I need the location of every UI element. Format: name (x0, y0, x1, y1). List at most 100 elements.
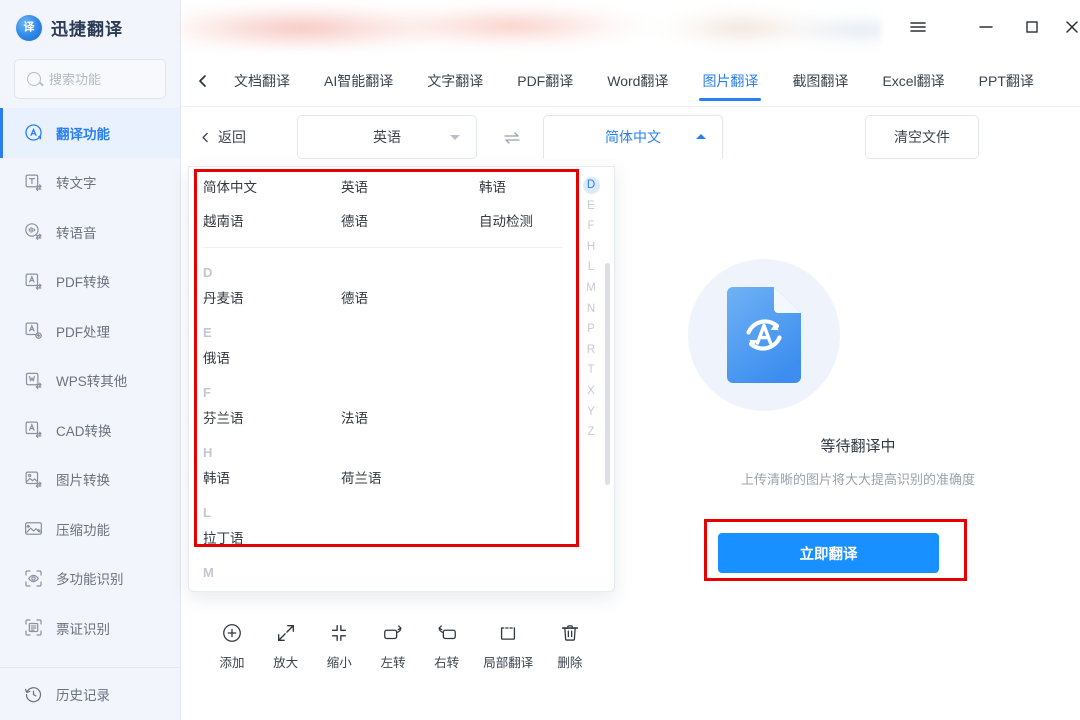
panel-scrollbar[interactable] (605, 263, 610, 485)
maximize-icon[interactable] (1013, 8, 1051, 46)
hamburger-menu-icon[interactable] (899, 8, 937, 46)
minimize-icon[interactable] (967, 8, 1005, 46)
brand-title: 迅捷翻译 (51, 20, 123, 39)
sidebar-item-history[interactable]: 历史记录 (0, 668, 180, 720)
tab-image-translate[interactable]: 图片翻译 (685, 55, 775, 106)
sidebar-item-label: 翻译功能 (56, 126, 110, 142)
zoom-out-collapse-icon (328, 620, 350, 646)
tab-label: 图片翻译 (702, 72, 759, 89)
tool-add[interactable]: 添加 (206, 620, 258, 671)
tool-delete[interactable]: 删除 (544, 620, 596, 671)
sidebar-item-image-convert[interactable]: 图片转换 (0, 455, 180, 505)
tab-word-translate[interactable]: Word翻译 (590, 55, 685, 106)
language-section-grid: 韩语 荷兰语 (203, 470, 576, 488)
alphabet-letter[interactable]: Z (583, 424, 600, 441)
partial-translate-icon (496, 620, 520, 646)
translate-now-button[interactable]: 立即翻译 (718, 533, 939, 573)
sidebar-item-pdf-convert[interactable]: PDF转换 (0, 257, 180, 307)
alphabet-letter[interactable]: R (583, 342, 600, 359)
tool-label: 放大 (273, 656, 299, 670)
chevron-down-icon (450, 135, 460, 140)
language-option[interactable]: 英语 (341, 179, 479, 197)
sidebar-item-wps-convert[interactable]: WPS转其他 (0, 356, 180, 406)
alphabet-letter[interactable]: L (583, 259, 600, 276)
promo-banner[interactable] (181, 2, 881, 52)
alphabet-letter[interactable]: P (583, 321, 600, 338)
clear-files-button[interactable]: 清空文件 (865, 115, 979, 159)
tab-excel-translate[interactable]: Excel翻译 (865, 55, 961, 106)
tool-rotate-left[interactable]: 左转 (367, 620, 419, 671)
to-text-icon (23, 172, 44, 193)
language-option[interactable]: 俄语 (203, 350, 341, 368)
rotate-right-icon (435, 620, 459, 646)
language-list-scroll[interactable]: 简体中文 英语 韩语 越南语 德语 自动检测 D 丹麦语 德语 E 俄语 F 芬… (189, 167, 576, 591)
close-icon[interactable] (1053, 8, 1080, 46)
language-option[interactable]: 韩语 (479, 179, 576, 197)
language-option[interactable]: 法语 (341, 410, 479, 428)
search-input[interactable] (49, 71, 159, 87)
sidebar-item-multi-recognize[interactable]: 多功能识别 (0, 554, 180, 604)
rotate-left-icon (381, 620, 405, 646)
sidebar-item-pdf-process[interactable]: PDF处理 (0, 306, 180, 356)
language-option[interactable]: 荷兰语 (341, 470, 479, 488)
sidebar-item-compress[interactable]: 压缩功能 (0, 504, 180, 554)
language-option[interactable]: 自动检测 (479, 213, 576, 231)
document-translate-icon (688, 259, 840, 411)
alphabet-letter[interactable]: M (583, 280, 600, 297)
alphabet-letter[interactable]: F (583, 218, 600, 235)
language-option[interactable]: 简体中文 (203, 179, 341, 197)
chevron-left-icon (202, 132, 208, 142)
swap-languages-button[interactable] (501, 129, 523, 147)
target-language-select[interactable]: 简体中文 (543, 115, 723, 159)
sidebar-item-translate[interactable]: 翻译功能 (0, 108, 180, 158)
language-option[interactable]: 越南语 (203, 213, 341, 231)
tab-text-translate[interactable]: 文字翻译 (410, 55, 500, 106)
sidebar-item-label: 转语音 (56, 225, 97, 241)
language-option[interactable]: 丹麦语 (203, 290, 341, 308)
language-option[interactable]: 德语 (341, 290, 479, 308)
source-language-select[interactable]: 英语 (297, 115, 477, 159)
tab-label: 文字翻译 (427, 72, 484, 89)
swap-arrows-icon (504, 132, 520, 144)
alphabet-letter[interactable]: D (582, 177, 600, 194)
tab-screenshot-translate[interactable]: 截图翻译 (775, 55, 865, 106)
section-divider (203, 247, 562, 248)
language-option[interactable]: 拉丁语 (203, 530, 341, 548)
translate-logo-icon (16, 14, 42, 41)
tab-ppt-translate[interactable]: PPT翻译 (962, 55, 1051, 106)
sidebar-item-cad-convert[interactable]: CAD转换 (0, 405, 180, 455)
alphabet-letter[interactable]: T (583, 362, 600, 379)
search-box[interactable] (14, 59, 166, 99)
tool-partial-translate[interactable]: 局部翻译 (474, 620, 542, 671)
tool-rotate-right[interactable]: 右转 (421, 620, 473, 671)
alphabet-letter[interactable]: H (583, 239, 600, 256)
sidebar-item-to-text[interactable]: 转文字 (0, 158, 180, 208)
alphabet-letter[interactable]: E (583, 198, 600, 215)
chevron-left-icon[interactable] (189, 55, 217, 106)
pdf-convert-icon (23, 271, 44, 292)
source-language-value: 英语 (373, 129, 401, 145)
pdf-process-icon (23, 320, 44, 341)
tab-document-translate[interactable]: 文档翻译 (217, 55, 307, 106)
tool-label: 删除 (557, 656, 583, 670)
sidebar-nav-list: 翻译功能 转文字 转语音 PDF转换 PDF处理 WPS转其他 CAD转换 图片… (0, 108, 180, 668)
alphabet-letter[interactable]: Y (583, 404, 600, 421)
alphabet-letter[interactable]: N (583, 301, 600, 318)
sidebar-item-label: 转文字 (56, 176, 97, 192)
sidebar-item-to-speech[interactable]: 转语音 (0, 207, 180, 257)
tool-zoom-out[interactable]: 缩小 (313, 620, 365, 671)
title-bar (181, 0, 1080, 55)
tab-ai-translate[interactable]: AI智能翻译 (307, 55, 410, 106)
return-button[interactable]: 返回 (199, 127, 246, 147)
result-panel: 等待翻译中 上传清晰的图片将大大提高识别的准确度 立即翻译 (636, 167, 1080, 720)
section-letter: M (203, 565, 214, 580)
sidebar-item-ticket-recognize[interactable]: 票证识别 (0, 603, 180, 653)
tool-zoom-in[interactable]: 放大 (260, 620, 312, 671)
language-option[interactable]: 韩语 (203, 470, 341, 488)
language-option[interactable]: 芬兰语 (203, 410, 341, 428)
tab-pdf-translate[interactable]: PDF翻译 (500, 55, 590, 106)
language-option[interactable]: 德语 (341, 213, 479, 231)
alphabet-letter[interactable]: X (583, 383, 600, 400)
history-icon (23, 684, 44, 705)
chevron-up-icon (696, 134, 706, 139)
